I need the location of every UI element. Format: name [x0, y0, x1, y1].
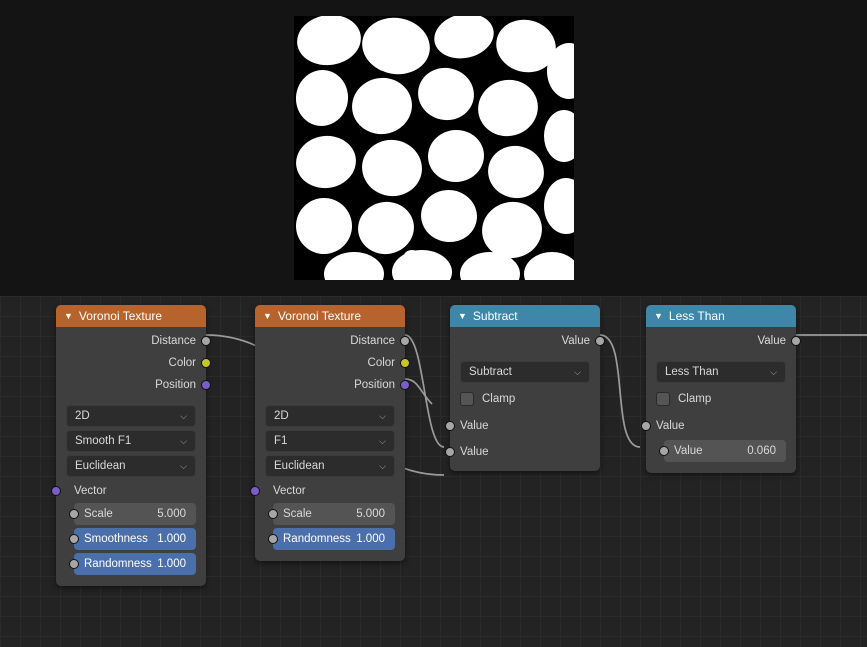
socket-out-value[interactable]: [791, 336, 801, 346]
node-title: Less Than: [669, 309, 725, 323]
scale-field[interactable]: Scale 5.000: [74, 503, 196, 525]
collapse-icon[interactable]: ▼: [64, 311, 73, 321]
texture-preview: [294, 16, 574, 280]
node-voronoi-texture-b[interactable]: ▼ Voronoi Texture Distance Color Positio…: [255, 305, 405, 561]
socket-in-value-a[interactable]: [641, 421, 651, 431]
chevron-down-icon: ⌵: [770, 367, 777, 378]
socket-in-scale[interactable]: [69, 509, 79, 519]
node-title: Subtract: [473, 309, 518, 323]
socket-in-vector[interactable]: [51, 486, 61, 496]
preview-area: [0, 0, 867, 296]
node-title: Voronoi Texture: [79, 309, 162, 323]
input-value-a: Value: [646, 415, 796, 437]
output-value: Value: [646, 330, 796, 352]
collapse-icon[interactable]: ▼: [458, 311, 467, 321]
output-value: Value: [450, 330, 600, 352]
node-editor[interactable]: ▼ Voronoi Texture Distance Color Positio…: [0, 296, 867, 647]
distance-metric-select[interactable]: Euclidean⌵: [66, 455, 196, 477]
operation-select[interactable]: Less Than⌵: [656, 361, 786, 383]
socket-out-color[interactable]: [201, 358, 211, 368]
socket-out-position[interactable]: [400, 380, 410, 390]
socket-in-value-a[interactable]: [445, 421, 455, 431]
socket-out-value[interactable]: [595, 336, 605, 346]
socket-out-distance[interactable]: [400, 336, 410, 346]
chevron-down-icon: ⌵: [574, 367, 581, 378]
scale-field[interactable]: Scale 5.000: [273, 503, 395, 525]
dimensions-select[interactable]: 2D⌵: [265, 405, 395, 427]
clamp-checkbox[interactable]: [656, 392, 670, 406]
operation-select[interactable]: Subtract⌵: [460, 361, 590, 383]
feature-select[interactable]: Smooth F1⌵: [66, 430, 196, 452]
socket-out-position[interactable]: [201, 380, 211, 390]
feature-select[interactable]: F1⌵: [265, 430, 395, 452]
smoothness-field[interactable]: Smoothness 1.000: [74, 528, 196, 550]
clamp-checkbox[interactable]: [460, 392, 474, 406]
node-math-less-than[interactable]: ▼ Less Than Value Less Than⌵ Clamp Value: [646, 305, 796, 473]
threshold-field[interactable]: Value 0.060: [664, 440, 786, 462]
node-voronoi-texture-a[interactable]: ▼ Voronoi Texture Distance Color Positio…: [56, 305, 206, 586]
randomness-field[interactable]: Randomness 1.000: [74, 553, 196, 575]
randomness-field[interactable]: Randomness 1.000: [273, 528, 395, 550]
distance-metric-select[interactable]: Euclidean⌵: [265, 455, 395, 477]
output-color: Color: [255, 352, 405, 374]
socket-in-smoothness[interactable]: [69, 534, 79, 544]
output-color: Color: [56, 352, 206, 374]
input-value-a: Value: [450, 415, 600, 437]
node-title: Voronoi Texture: [278, 309, 361, 323]
socket-in-randomness[interactable]: [69, 559, 79, 569]
output-position: Position: [255, 374, 405, 396]
chevron-down-icon: ⌵: [379, 436, 386, 447]
input-vector: Vector: [74, 482, 196, 500]
collapse-icon[interactable]: ▼: [263, 311, 272, 321]
node-header[interactable]: ▼ Voronoi Texture: [56, 305, 206, 327]
socket-in-randomness[interactable]: [268, 534, 278, 544]
chevron-down-icon: ⌵: [180, 411, 187, 422]
output-distance: Distance: [56, 330, 206, 352]
socket-out-color[interactable]: [400, 358, 410, 368]
node-math-subtract[interactable]: ▼ Subtract Value Subtract⌵ Clamp Value: [450, 305, 600, 471]
input-value-b: Value: [450, 441, 600, 463]
chevron-down-icon: ⌵: [379, 411, 386, 422]
output-distance: Distance: [255, 330, 405, 352]
clamp-checkbox-row[interactable]: Clamp: [656, 389, 786, 409]
chevron-down-icon: ⌵: [379, 461, 386, 472]
node-header[interactable]: ▼ Less Than: [646, 305, 796, 327]
socket-in-value-b[interactable]: [445, 447, 455, 457]
node-header[interactable]: ▼ Voronoi Texture: [255, 305, 405, 327]
input-vector: Vector: [273, 482, 395, 500]
output-position: Position: [56, 374, 206, 396]
chevron-down-icon: ⌵: [180, 436, 187, 447]
dimensions-select[interactable]: 2D⌵: [66, 405, 196, 427]
collapse-icon[interactable]: ▼: [654, 311, 663, 321]
chevron-down-icon: ⌵: [180, 461, 187, 472]
clamp-checkbox-row[interactable]: Clamp: [460, 389, 590, 409]
socket-in-vector[interactable]: [250, 486, 260, 496]
socket-out-distance[interactable]: [201, 336, 211, 346]
node-header[interactable]: ▼ Subtract: [450, 305, 600, 327]
socket-in-scale[interactable]: [268, 509, 278, 519]
socket-in-value-b[interactable]: [659, 446, 669, 456]
